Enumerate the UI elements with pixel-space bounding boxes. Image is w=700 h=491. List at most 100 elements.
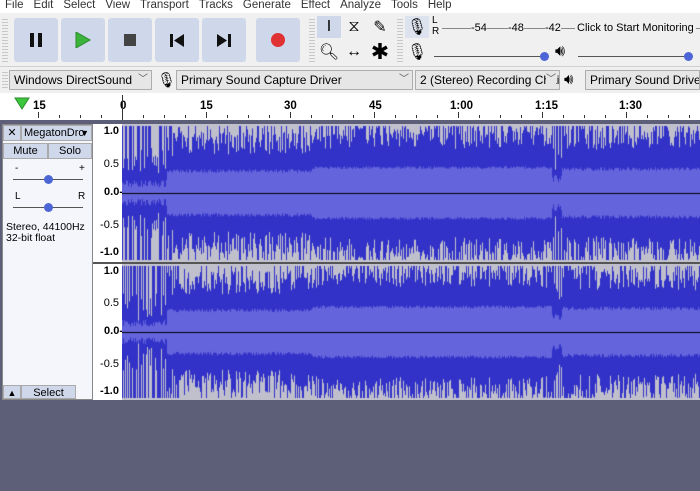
gain-slider[interactable] xyxy=(13,175,83,184)
menu-analyze[interactable]: Analyze xyxy=(335,0,386,13)
waveform-left-channel[interactable] xyxy=(122,124,700,262)
speaker-icon: 🔊︎ xyxy=(564,71,574,88)
ruler-tick xyxy=(689,115,690,118)
play-icon xyxy=(75,32,91,48)
toolbar-grip[interactable] xyxy=(309,17,315,63)
mute-button[interactable]: Mute xyxy=(3,143,48,159)
ruler-tick xyxy=(626,112,627,118)
selection-tool[interactable]: I xyxy=(317,16,341,38)
menu-tools[interactable]: Tools xyxy=(386,0,423,13)
menu-generate[interactable]: Generate xyxy=(238,0,296,13)
slider-thumb[interactable] xyxy=(684,52,693,61)
chevron-down-icon: ﹀ xyxy=(138,74,148,85)
ruler-tick xyxy=(605,115,606,118)
timeline-ruler[interactable]: 15 0 15 30 45 1:00 1:15 1:30 xyxy=(0,93,700,122)
meter-tick: -54 xyxy=(471,22,487,34)
play-head-triangle-icon[interactable] xyxy=(14,97,30,110)
ruler-tick xyxy=(668,115,669,118)
scale-label: 0.0- xyxy=(104,186,123,198)
time-shift-tool[interactable]: ↔ xyxy=(342,41,366,63)
ruler-tick xyxy=(227,115,228,118)
chevron-down-icon: ﹀ xyxy=(399,74,409,85)
ruler-tick xyxy=(38,112,39,118)
toolbar-grip[interactable] xyxy=(2,17,8,63)
ruler-tick xyxy=(80,115,81,118)
select-track-button[interactable]: Select xyxy=(21,385,76,399)
solo-button[interactable]: Solo xyxy=(48,143,92,159)
ruler-tick xyxy=(458,112,459,118)
ruler-tick xyxy=(206,112,207,118)
ruler-tick xyxy=(269,115,270,118)
ruler-tick xyxy=(395,115,396,118)
start-monitoring-label[interactable]: Click to Start Monitoring xyxy=(575,22,696,34)
scale-label: -1.0 xyxy=(100,246,119,258)
scale-label: -0.5 xyxy=(100,358,119,370)
gain-plus-label: + xyxy=(79,163,85,174)
envelope-tool[interactable]: ⧖ xyxy=(342,16,366,38)
skip-to-end-button[interactable] xyxy=(202,18,246,62)
audio-track: ✕ MegatonDro ▼ Mute Solo - + L R Stereo, … xyxy=(2,124,700,400)
ruler-label: 1:00 xyxy=(450,100,474,112)
ruler-tick xyxy=(437,115,438,118)
ruler-tick xyxy=(542,112,543,118)
track-control-panel[interactable]: ✕ MegatonDro ▼ Mute Solo - + L R Stereo, … xyxy=(2,124,93,400)
recording-device-select[interactable]: Primary Sound Capture Driver ﹀ xyxy=(176,70,413,90)
menu-bar: File Edit Select View Transport Tracks G… xyxy=(0,0,700,13)
ruler-tick xyxy=(290,112,291,118)
playback-volume-icon-wrap: 🔊︎ xyxy=(548,41,572,63)
pan-left-label: L xyxy=(15,191,21,202)
audio-host-value: Windows DirectSound xyxy=(14,73,133,87)
record-meter-button[interactable]: 🎙︎ xyxy=(405,16,429,38)
asterisk-icon: ✱ xyxy=(370,39,390,64)
meter-tick: -42 xyxy=(545,22,561,34)
scale-label: 1.0 xyxy=(103,265,119,277)
audio-host-select[interactable]: Windows DirectSound ﹀ xyxy=(9,70,152,90)
slider-thumb[interactable] xyxy=(44,175,53,184)
playback-device-value: Primary Sound Driver xyxy=(590,73,700,87)
zoom-tool[interactable]: 🔍︎ xyxy=(317,41,341,63)
skip-to-start-button[interactable] xyxy=(155,18,199,62)
recording-channels-value: 2 (Stereo) Recording Chai xyxy=(420,73,560,87)
double-arrow-icon: ↔ xyxy=(346,43,362,60)
skip-end-icon xyxy=(217,33,231,47)
multi-tool[interactable]: ✱ xyxy=(368,39,392,64)
record-volume-slider[interactable] xyxy=(434,52,549,61)
toolbar-grip[interactable] xyxy=(2,70,8,90)
track-name: MegatonDro xyxy=(24,127,85,139)
stop-button[interactable] xyxy=(108,18,152,62)
menu-view[interactable]: View xyxy=(100,0,135,13)
track-info: Stereo, 44100Hz 32-bit float xyxy=(6,222,85,244)
i-beam-icon: I xyxy=(326,18,332,35)
close-track-button[interactable]: ✕ xyxy=(3,125,21,141)
toolbar-grip[interactable] xyxy=(397,17,403,63)
magnifier-icon: 🔍︎ xyxy=(318,44,340,61)
meter-left-label: L xyxy=(432,15,438,26)
pan-slider[interactable] xyxy=(13,203,83,212)
playback-device-select[interactable]: Primary Sound Driver xyxy=(585,70,700,90)
amplitude-scale-right: 1.0 0.5 0.0- -0.5 -1.0 xyxy=(93,264,123,400)
play-button[interactable] xyxy=(61,18,105,62)
menu-transport[interactable]: Transport xyxy=(135,0,194,13)
recording-channels-select[interactable]: 2 (Stereo) Recording Chai ﹀ xyxy=(415,70,560,90)
record-button[interactable] xyxy=(256,18,300,62)
ruler-tick xyxy=(248,115,249,118)
meter-tick: -48 xyxy=(508,22,524,34)
menu-effect[interactable]: Effect xyxy=(296,0,335,13)
microphone-icon: 🎙︎ xyxy=(406,19,428,36)
collapse-track-button[interactable]: ▲ xyxy=(3,385,21,399)
amplitude-scale-left: 1.0 0.5 0.0- -0.5 -1.0 xyxy=(93,124,123,262)
draw-tool[interactable]: ✎ xyxy=(368,16,392,38)
ruler-tick xyxy=(122,112,123,118)
menu-edit[interactable]: Edit xyxy=(29,0,59,13)
menu-help[interactable]: Help xyxy=(423,0,457,13)
menu-select[interactable]: Select xyxy=(58,0,100,13)
menu-file[interactable]: File xyxy=(0,0,29,13)
menu-tracks[interactable]: Tracks xyxy=(194,0,238,13)
gain-minus-label: - xyxy=(15,163,19,174)
slider-thumb[interactable] xyxy=(44,203,53,212)
playback-volume-slider[interactable] xyxy=(578,52,693,61)
pause-button[interactable] xyxy=(14,18,58,62)
recording-device-value: Primary Sound Capture Driver xyxy=(181,73,342,87)
waveform-right-channel[interactable] xyxy=(122,264,700,400)
track-name-menu[interactable]: MegatonDro ▼ xyxy=(21,125,92,141)
